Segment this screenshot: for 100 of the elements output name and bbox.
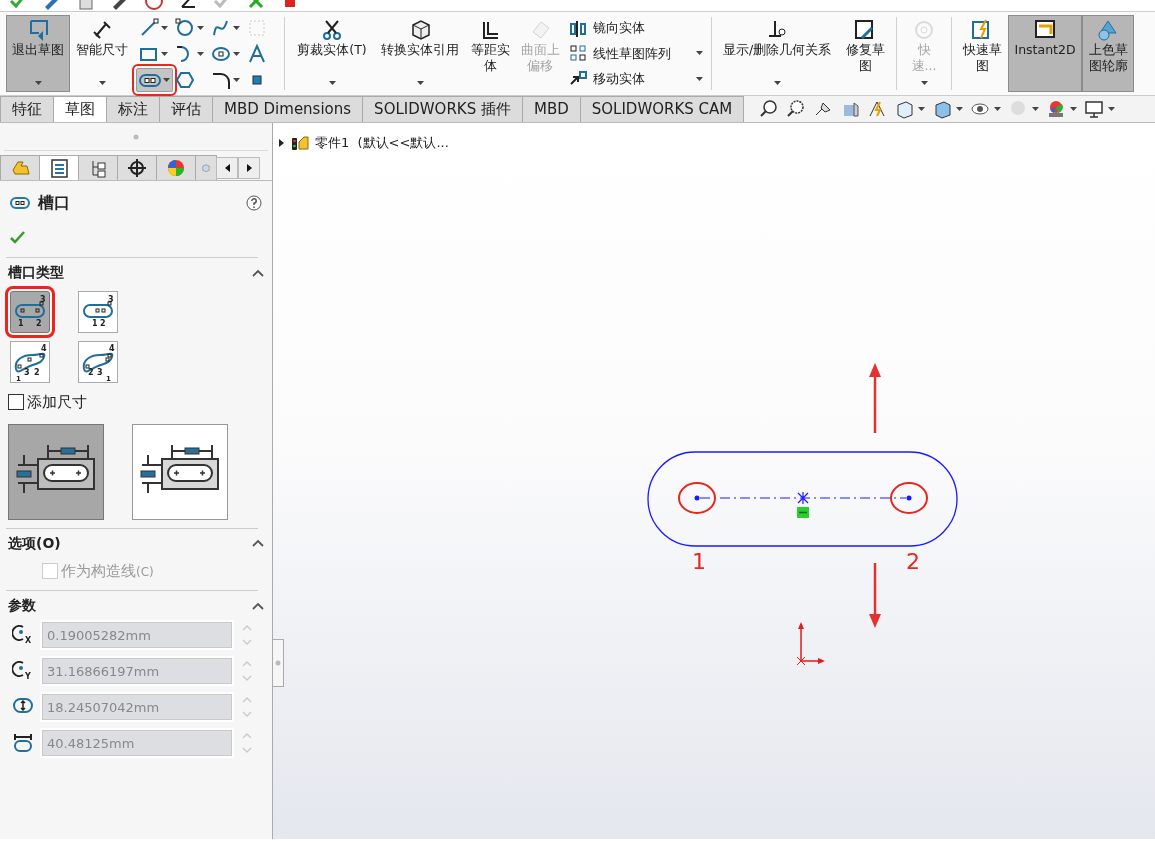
command-tab[interactable]: 标注 (106, 96, 160, 122)
caret-icon (161, 52, 168, 56)
highlight-circle (678, 482, 716, 514)
collapse-icon[interactable] (252, 601, 264, 610)
ribbon-button[interactable]: 显示/删除几何关系 (716, 15, 838, 92)
ribbon-button[interactable]: Instant2D (1008, 15, 1082, 92)
collapse-icon[interactable] (252, 268, 264, 277)
ribbon-button[interactable]: 快速草图 (956, 15, 1008, 92)
caret-icon (233, 78, 240, 82)
color-wheel-icon (166, 158, 186, 178)
ribbon-button[interactable]: 转换实体引用 (375, 15, 465, 92)
caret-icon (956, 107, 963, 111)
circle-icon (175, 18, 195, 38)
line-icon (139, 18, 159, 38)
section-title: 参数 (8, 596, 36, 615)
caret-icon (920, 81, 928, 85)
marker-label: 2 (906, 549, 920, 574)
scissors-icon (320, 18, 344, 42)
section-title: 选项(O) (8, 533, 61, 553)
dimension-style-button[interactable] (8, 423, 104, 520)
arrow (869, 563, 881, 628)
ribbon-button[interactable]: 等距实体 (465, 15, 515, 92)
snap-icon (912, 18, 936, 42)
caret-icon (161, 26, 168, 30)
command-tab[interactable]: 特征 (0, 96, 54, 122)
arrow-right-icon (246, 164, 252, 172)
caret-icon (696, 51, 703, 56)
caret-icon (918, 107, 925, 111)
display-style-icon[interactable] (932, 99, 952, 119)
mirror-icon (569, 18, 587, 37)
checkbox[interactable] (8, 394, 24, 411)
slot-icon (10, 197, 30, 209)
command-tab[interactable]: SOLIDWORKS CAM (579, 96, 745, 122)
zoom-fit-icon[interactable] (759, 99, 779, 119)
zoom-area-icon[interactable] (786, 99, 806, 119)
scroll-left-button[interactable] (216, 157, 238, 179)
dynamic-annotation-icon[interactable] (867, 99, 887, 119)
caret-icon (696, 77, 703, 82)
slot-type-button[interactable]: 3 1 2 (78, 291, 118, 333)
part-icon[interactable] (291, 133, 309, 152)
collapse-icon[interactable] (252, 539, 264, 547)
ok-check-icon[interactable] (10, 231, 25, 244)
panel-tab[interactable] (117, 155, 157, 180)
midpoint-icon (797, 491, 809, 505)
ribbon-button[interactable]: 上色草图轮廓 (1082, 15, 1134, 92)
command-tab[interactable]: MBD (521, 96, 581, 122)
checkbox-label: 添加尺寸 (27, 392, 87, 413)
scroll-right-button[interactable] (238, 157, 260, 179)
arrow-left-icon (224, 164, 230, 172)
dimension-style-button[interactable] (132, 423, 228, 520)
caret-icon (98, 81, 106, 85)
caret-icon (1108, 107, 1115, 111)
caret-icon (233, 26, 240, 30)
highlight-circle (890, 482, 928, 514)
ribbon-button[interactable]: 退出草图 (6, 15, 70, 92)
expand-arrow-icon[interactable] (279, 138, 285, 147)
slot-length-icon (12, 732, 34, 754)
caret-icon (1032, 107, 1039, 111)
monitor-icon[interactable] (1084, 99, 1104, 119)
caret-icon (773, 81, 781, 85)
pattern-icon (569, 44, 587, 63)
ribbon-button[interactable]: 移动实体 (569, 69, 703, 89)
ribbon-button[interactable]: 线性草图阵列 (569, 43, 703, 64)
help-icon[interactable] (246, 195, 262, 211)
view-orientation-icon[interactable] (894, 99, 914, 119)
tree-item[interactable]: 零件1 (默认<<默认... (315, 133, 449, 153)
caret-icon (328, 81, 336, 85)
fillet-icon (211, 70, 231, 90)
section-title: 槽口类型 (8, 263, 64, 282)
ribbon-button[interactable]: 智能尺寸 (70, 15, 134, 92)
horizontal-relation-icon[interactable] (797, 507, 809, 518)
grip-icon[interactable] (133, 133, 139, 140)
panel-resize-handle[interactable] (273, 639, 284, 687)
caret-icon (233, 52, 240, 56)
ribbon-button[interactable]: 剪裁实体(T) (289, 15, 375, 92)
scene-icon[interactable] (1046, 99, 1066, 119)
part-icon (10, 158, 30, 178)
centerline[interactable] (699, 497, 907, 499)
caret-icon (163, 78, 170, 82)
command-tab[interactable]: MBD Dimensions (212, 96, 364, 122)
command-tab[interactable]: 评估 (159, 96, 213, 122)
panel-title: 槽口 (38, 192, 70, 214)
caret-icon (34, 81, 42, 85)
sketch-point[interactable] (906, 495, 912, 501)
command-tab[interactable]: SOLIDWORKS 插件 (362, 96, 523, 122)
caret-icon (994, 107, 1001, 111)
ellipse-icon (211, 44, 231, 64)
arrow (869, 363, 881, 433)
sketch-point[interactable] (694, 495, 700, 501)
caret-icon (197, 52, 204, 56)
ribbon-button[interactable]: 修复草图 (838, 15, 892, 92)
checkbox-label: 作为构造线(C) (61, 560, 154, 582)
caret-icon (1070, 107, 1077, 111)
command-tab[interactable]: 草图 (53, 96, 107, 122)
property-list-icon (49, 158, 69, 178)
ribbon-button[interactable]: 镜向实体 (569, 18, 703, 38)
grip-icon (274, 660, 281, 666)
panel-tab[interactable] (39, 155, 79, 180)
caret-icon (197, 26, 204, 30)
origin-icon (796, 622, 825, 666)
